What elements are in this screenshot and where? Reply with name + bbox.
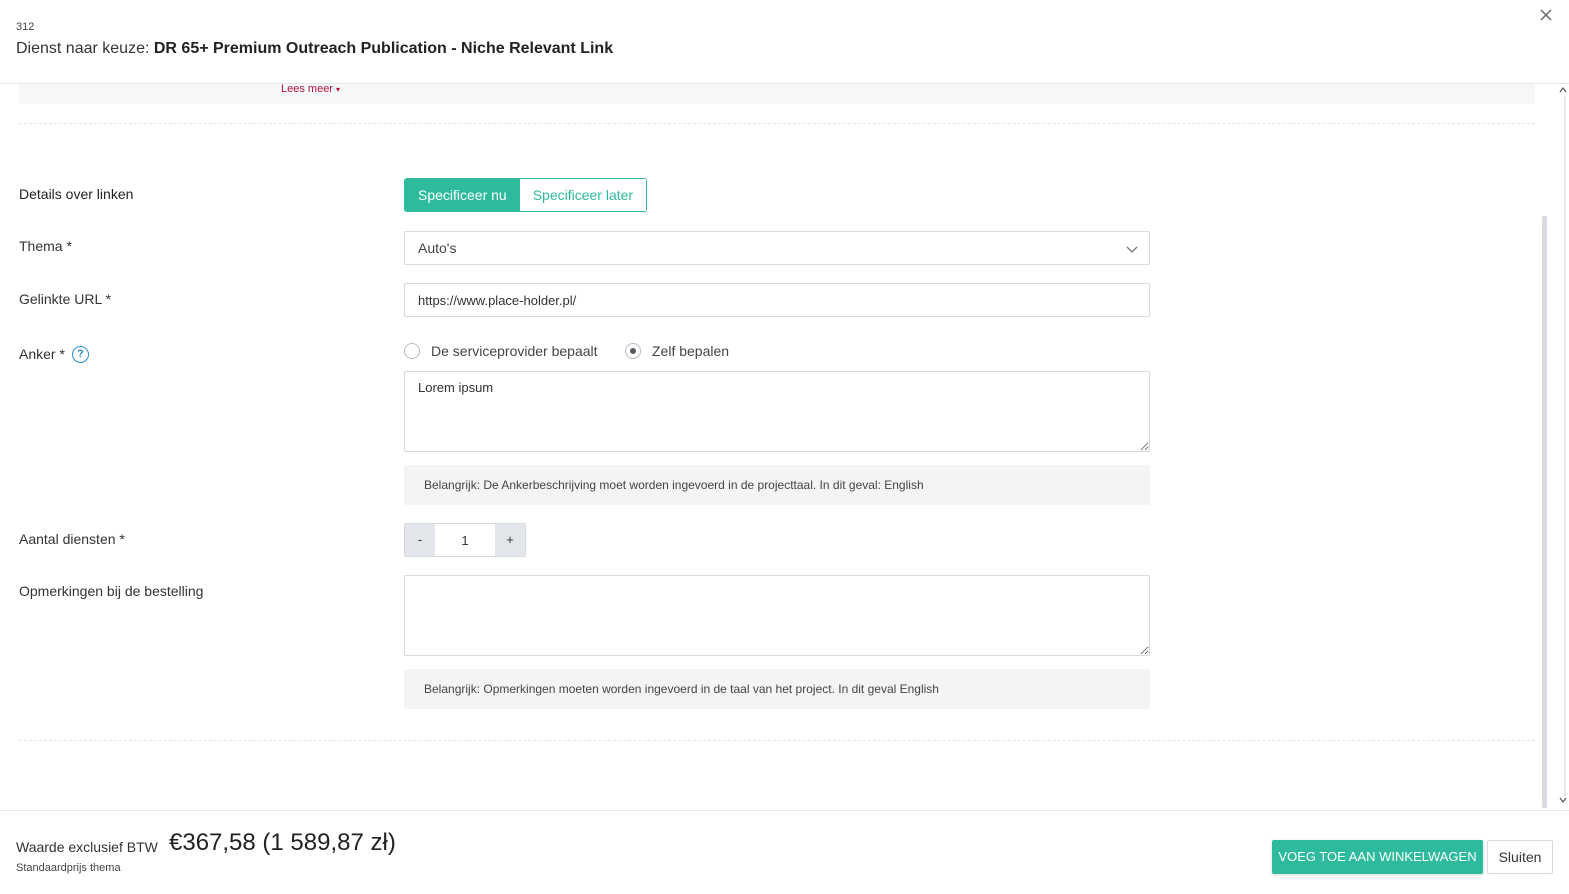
radio-button[interactable] bbox=[404, 343, 420, 359]
scroll-down-icon[interactable] bbox=[1559, 796, 1567, 804]
link-details-toggle: Specificeer nu Specificeer later bbox=[404, 178, 648, 212]
order-id: 312 bbox=[16, 21, 35, 33]
read-more-link[interactable]: Lees meer ▾ bbox=[281, 84, 340, 95]
link-details-label: Details over linken bbox=[19, 186, 134, 202]
close-button[interactable]: Sluiten bbox=[1487, 840, 1553, 874]
linked-url-label: Gelinkte URL * bbox=[19, 291, 112, 307]
modal-title: Dienst naar keuze: DR 65+ Premium Outrea… bbox=[16, 40, 613, 58]
scrollbar-thumb[interactable] bbox=[1542, 216, 1547, 808]
quantity-stepper: - + bbox=[404, 523, 526, 557]
read-more-label: Lees meer bbox=[281, 84, 333, 95]
price-label: Waarde exclusief BTW bbox=[16, 839, 158, 855]
remarks-label: Opmerkingen bij de bestelling bbox=[19, 583, 204, 599]
radio-self-label: Zelf bepalen bbox=[652, 343, 730, 359]
specify-now-button[interactable]: Specificeer nu bbox=[405, 179, 520, 211]
price-subtitle: Standaardprijs thema bbox=[16, 862, 121, 874]
quantity-label: Aantal diensten * bbox=[19, 531, 125, 547]
remarks-note: Belangrijk: Opmerkingen moeten worden in… bbox=[404, 669, 1150, 709]
chevron-down-icon: ▾ bbox=[336, 85, 341, 94]
anchor-note: Belangrijk: De Ankerbeschrijving moet wo… bbox=[404, 465, 1150, 505]
radio-provider-decides[interactable]: De serviceprovider bepaalt bbox=[404, 343, 598, 359]
radio-provider-label: De serviceprovider bepaalt bbox=[431, 343, 598, 359]
specify-later-button[interactable]: Specificeer later bbox=[519, 179, 647, 211]
quantity-decrement-button[interactable]: - bbox=[405, 524, 435, 556]
title-prefix: Dienst naar keuze: bbox=[16, 40, 150, 57]
question-circle-icon[interactable]: ? bbox=[72, 346, 89, 363]
radio-button-checked[interactable] bbox=[625, 343, 641, 359]
scroll-up-icon[interactable] bbox=[1559, 86, 1567, 94]
theme-selected-value: Auto's bbox=[418, 240, 457, 256]
theme-label: Thema * bbox=[19, 238, 72, 254]
modal-body: Lees meer ▾ Details over linken Specific… bbox=[0, 84, 1569, 810]
divider bbox=[19, 123, 1535, 124]
theme-select[interactable]: Auto's bbox=[404, 231, 1150, 265]
chevron-down-icon bbox=[1126, 246, 1138, 253]
modal-header: 312 Dienst naar keuze: DR 65+ Premium Ou… bbox=[0, 0, 1569, 84]
linked-url-input[interactable] bbox=[404, 283, 1150, 317]
add-to-cart-button[interactable]: VOEG TOE AAN WINKELWAGEN bbox=[1272, 840, 1483, 874]
scrollbar-track[interactable] bbox=[1564, 96, 1566, 796]
description-box bbox=[19, 84, 1535, 104]
close-icon[interactable] bbox=[1537, 6, 1555, 24]
remarks-textarea[interactable] bbox=[404, 575, 1150, 656]
radio-self-decide[interactable]: Zelf bepalen bbox=[625, 343, 729, 359]
anchor-textarea[interactable]: Lorem ipsum bbox=[404, 371, 1150, 452]
price-value: €367,58 (1 589,87 zł) bbox=[169, 829, 396, 856]
service-name: DR 65+ Premium Outreach Publication - Ni… bbox=[153, 40, 614, 57]
divider bbox=[19, 740, 1535, 741]
quantity-input[interactable] bbox=[435, 524, 495, 556]
anchor-label: Anker * bbox=[19, 346, 65, 362]
modal-footer: Waarde exclusief BTW €367,58 (1 589,87 z… bbox=[0, 810, 1569, 894]
quantity-increment-button[interactable]: + bbox=[495, 524, 525, 556]
